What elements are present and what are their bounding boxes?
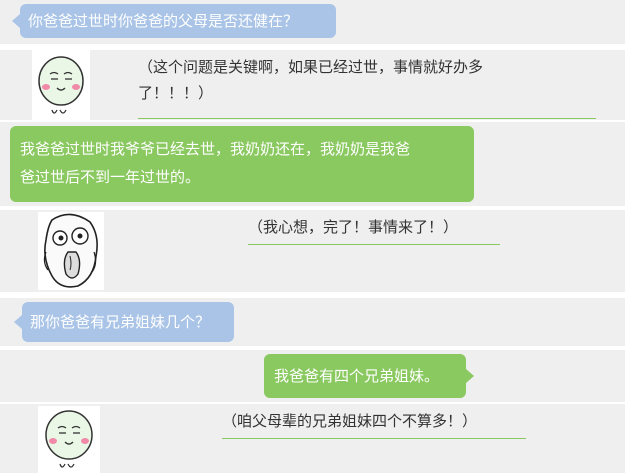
chat-row: 那你爸爸有兄弟姐妹几个？ bbox=[0, 298, 625, 346]
message-line: 爸过世后不到一年过世的。 bbox=[20, 168, 201, 186]
chat-row: （我心想，完了！事情来了！） bbox=[0, 210, 625, 292]
message-text: 你爸爸过世时你爸爸的父母是否还健在？ bbox=[28, 12, 299, 30]
message-text: 我爸爸有四个兄弟姐妹。 bbox=[274, 367, 440, 385]
thought-text: （我心想，完了！事情来了！） bbox=[248, 218, 459, 236]
message-text: 那你爸爸有兄弟姐妹几个？ bbox=[30, 313, 211, 331]
message-bubble-question: 你爸爸过世时你爸爸的父母是否还健在？ bbox=[12, 4, 336, 38]
chat-row: 你爸爸过世时你爸爸的父母是否还健在？ bbox=[0, 0, 625, 44]
chat-row: （这个问题是关键啊，如果已经过世，事情就好办多 了！！！） bbox=[0, 50, 625, 120]
thought-underline bbox=[248, 244, 500, 245]
chat-row: 我爸爸过世时我爷爷已经去世，我奶奶还在，我奶奶是我爸 爸过世后不到一年过世的。 bbox=[0, 122, 625, 206]
thought-text: （这个问题是关键啊，如果已经过世，事情就好办多 了！！！） bbox=[138, 54, 608, 106]
smile-face-icon bbox=[38, 406, 100, 473]
thought-underline bbox=[138, 118, 596, 119]
message-bubble-question: 那你爸爸有兄弟姐妹几个？ bbox=[14, 302, 234, 342]
shocked-meme-face-icon bbox=[38, 212, 104, 290]
message-bubble-answer: 我爸爸有四个兄弟姐妹。 bbox=[264, 354, 474, 398]
thought-line: 了！！！） bbox=[138, 84, 214, 102]
message-line: 我爸爸过世时我爷爷已经去世，我奶奶还在，我奶奶是我爸 bbox=[20, 140, 411, 158]
thought-underline bbox=[222, 438, 526, 439]
chat-row: （咱父母辈的兄弟姐妹四个不算多！） bbox=[0, 404, 625, 473]
thought-text: （咱父母辈的兄弟姐妹四个不算多！） bbox=[222, 412, 478, 430]
thought-line: （这个问题是关键啊，如果已经过世，事情就好办多 bbox=[138, 58, 484, 76]
smile-face-icon bbox=[32, 50, 90, 120]
message-bubble-answer: 我爸爸过世时我爷爷已经去世，我奶奶还在，我奶奶是我爸 爸过世后不到一年过世的。 bbox=[10, 126, 474, 202]
chat-row: 我爸爸有四个兄弟姐妹。 bbox=[0, 350, 625, 402]
